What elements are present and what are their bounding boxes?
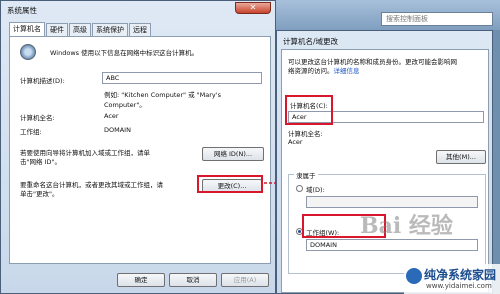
ok-button[interactable]: 确定 <box>117 273 165 287</box>
change-button-highlight <box>197 175 263 193</box>
domain-radio[interactable] <box>296 185 303 192</box>
baidu-watermark: Bai 经验 <box>360 213 453 239</box>
member-of-label: 隶属于 <box>294 170 318 180</box>
example-text-2: Computer"。 <box>104 101 146 109</box>
rename-intro-2: 络资源的访问。详细信息 <box>288 67 360 75</box>
more-info-link[interactable]: 详细信息 <box>334 67 360 75</box>
description-label: 计算机描述(D): <box>20 77 65 85</box>
dialog-title: 计算机名/域更改 <box>283 37 339 46</box>
site-url: www.yidaimei.com <box>426 282 492 290</box>
computer-name-highlight <box>285 95 333 125</box>
intro-text: Windows 使用以下信息在网络中标识这台计算机。 <box>50 49 199 57</box>
search-input[interactable]: 搜索控制面板 <box>381 12 493 26</box>
computer-icon <box>20 44 36 60</box>
description-input[interactable]: ABC <box>102 72 262 84</box>
tab-remote[interactable]: 远程 <box>129 23 151 36</box>
workgroup-label: 工作组: <box>20 128 42 136</box>
workgroup-input[interactable]: DOMAIN <box>306 239 478 251</box>
close-icon[interactable]: ✕ <box>235 2 271 14</box>
network-id-button[interactable]: 网络 ID(N)... <box>202 147 264 161</box>
rename-text-2: 单击"更改"。 <box>20 190 59 198</box>
apply-button[interactable]: 应用(A) <box>221 273 269 287</box>
computer-name-panel: Windows 使用以下信息在网络中标识这台计算机。 计算机描述(D): ABC… <box>9 36 271 264</box>
domain-input[interactable] <box>306 196 478 208</box>
system-properties-window: 系统属性 ✕ 计算机名 硬件 高级 系统保护 远程 Windows 使用以下信息… <box>0 0 276 294</box>
rename-dialog: 计算机名/域更改 可以更改这台计算机的名称和成员身份。更改可能会影响网 络资源的… <box>276 30 493 294</box>
site-name: 纯净系统家园 <box>424 268 497 282</box>
tab-advanced[interactable]: 高级 <box>69 23 91 36</box>
cancel-button[interactable]: 取消 <box>169 273 217 287</box>
site-watermark: 纯净系统家园 www.yidaimei.com <box>404 264 500 294</box>
network-id-text-2: 击"网络 ID"。 <box>20 158 61 166</box>
tab-computer-name[interactable]: 计算机名 <box>9 22 45 36</box>
site-logo-icon <box>406 268 422 284</box>
tab-hardware[interactable]: 硬件 <box>46 23 68 36</box>
tab-system-protection[interactable]: 系统保护 <box>92 23 128 36</box>
domain-label: 域(D): <box>306 186 325 194</box>
full-name-value: Acer <box>288 138 303 146</box>
fullname-label: 计算机全名: <box>20 114 55 122</box>
full-name-label: 计算机全名: <box>288 130 323 138</box>
example-text-1: 例如: "Kitchen Computer" 或 "Mary's <box>104 91 221 99</box>
fullname-value: Acer <box>104 112 119 120</box>
more-button[interactable]: 其他(M)... <box>436 150 486 164</box>
workgroup-value: DOMAIN <box>104 126 131 134</box>
window-title: 系统属性 <box>7 6 37 15</box>
tab-bar: 计算机名 硬件 高级 系统保护 远程 <box>9 22 152 36</box>
rename-panel: 可以更改这台计算机的名称和成员身份。更改可能会影响网 络资源的访问。详细信息 计… <box>281 49 489 293</box>
